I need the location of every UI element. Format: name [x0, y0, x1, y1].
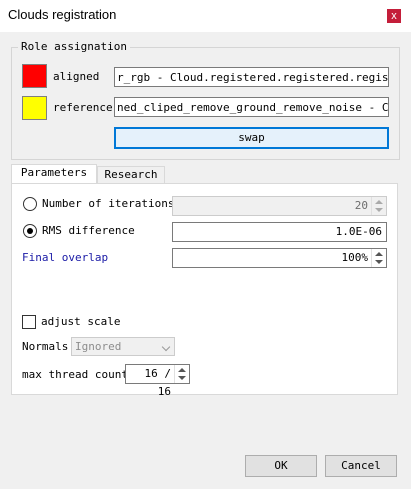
normals-select[interactable]: Ignored: [71, 337, 175, 356]
title-bar: Clouds registration x: [0, 0, 411, 32]
chevron-down-icon: [161, 342, 171, 352]
iterations-label: Number of iterations: [42, 197, 175, 210]
aligned-label: aligned: [53, 70, 100, 83]
window-title: Clouds registration: [8, 7, 117, 22]
reference-label: reference: [53, 101, 113, 114]
iterations-radio[interactable]: [23, 197, 37, 211]
final-overlap-label: Final overlap: [22, 251, 109, 264]
spin-down-icon: [375, 260, 383, 264]
final-overlap-spinbox[interactable]: 100%: [172, 248, 387, 268]
final-overlap-value: 100%: [341, 251, 369, 264]
normals-value: Ignored: [75, 340, 122, 353]
rms-label: RMS difference: [42, 224, 135, 237]
final-overlap-spin-arrows[interactable]: [371, 249, 386, 267]
close-button[interactable]: x: [387, 9, 401, 23]
iterations-value: 20: [354, 199, 368, 212]
spin-down-icon: [375, 208, 383, 212]
ok-button[interactable]: OK: [245, 455, 317, 477]
aligned-cloud-field[interactable]: r_rgb - Cloud.registered.registered.regi…: [114, 67, 389, 87]
clouds-registration-dialog: Clouds registration x Role assignation a…: [0, 0, 411, 489]
role-assignation-title: Role assignation: [18, 40, 130, 53]
max-thread-count-label: max thread count: [22, 368, 128, 381]
tab-research[interactable]: Research: [97, 166, 165, 184]
rms-field[interactable]: 1.0E-06: [172, 222, 387, 242]
max-thread-count-spinbox[interactable]: 16 / 16: [125, 364, 190, 398]
adjust-scale-label: adjust scale: [41, 315, 121, 328]
parameters-panel: Number of iterations 20 RMS difference 1…: [11, 183, 398, 398]
spin-up-icon: [375, 252, 383, 256]
iterations-spin-arrows[interactable]: [371, 197, 386, 215]
spin-up-icon: [178, 368, 186, 372]
cancel-button[interactable]: Cancel: [325, 455, 397, 477]
rms-radio[interactable]: [23, 224, 37, 238]
aligned-color-swatch[interactable]: [22, 64, 47, 88]
swap-button[interactable]: swap: [114, 127, 389, 149]
iterations-spinbox[interactable]: 20: [172, 196, 387, 216]
max-thread-spin-arrows[interactable]: [174, 365, 189, 383]
max-thread-count-value: 16 / 16: [144, 367, 172, 398]
spin-up-icon: [375, 200, 383, 204]
radio-selected-dot: [27, 228, 33, 234]
spin-down-icon: [178, 376, 186, 380]
reference-cloud-field[interactable]: ned_cliped_remove_ground_remove_noise - …: [114, 97, 389, 117]
reference-color-swatch[interactable]: [22, 96, 47, 120]
tab-parameters[interactable]: Parameters: [11, 164, 97, 185]
normals-label: Normals: [22, 340, 69, 353]
adjust-scale-checkbox[interactable]: [22, 315, 36, 329]
